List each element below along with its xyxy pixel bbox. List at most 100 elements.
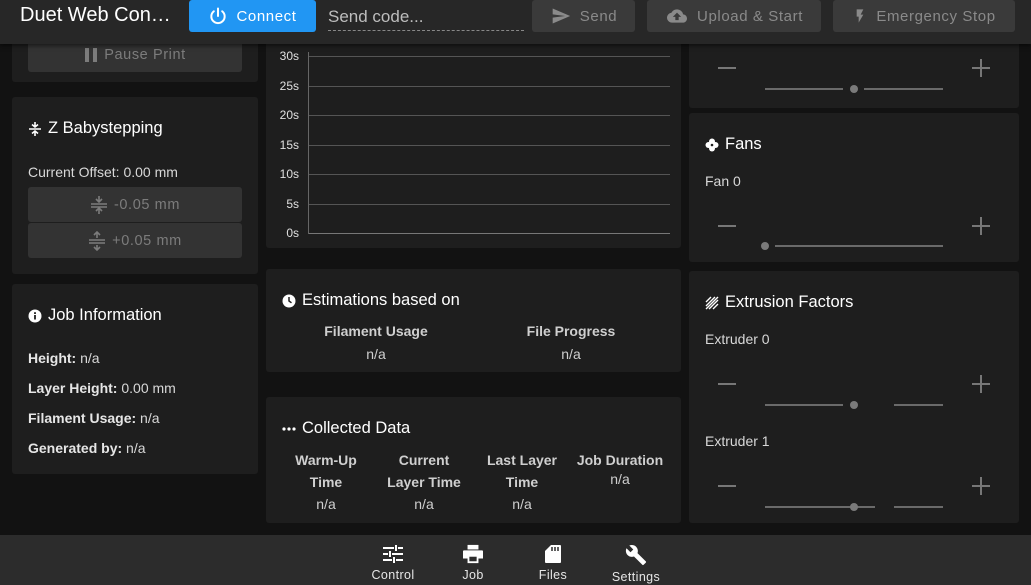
extruder0-slider-thumb[interactable] bbox=[850, 401, 858, 409]
slider-thumb[interactable] bbox=[850, 85, 858, 93]
info-icon bbox=[28, 309, 42, 322]
grid-line bbox=[309, 174, 670, 175]
job-information-card: Job Information Height: n/a Layer Height… bbox=[12, 284, 258, 474]
column-value: n/a bbox=[512, 496, 532, 512]
grid-line bbox=[309, 85, 670, 87]
nav-label: Control bbox=[371, 568, 415, 582]
row-value: n/a bbox=[80, 350, 100, 366]
nav-files[interactable]: Files bbox=[514, 535, 592, 585]
slider-track bbox=[894, 506, 943, 508]
nav-label: Settings bbox=[611, 570, 661, 584]
column-value: n/a bbox=[366, 346, 386, 362]
connect-button[interactable]: Connect bbox=[189, 0, 316, 32]
column-header: Current Layer Time bbox=[387, 452, 461, 490]
estimations-title-text: Estimations based on bbox=[302, 291, 460, 309]
y-tick-label: 25s bbox=[279, 78, 299, 93]
job-info-row: Layer Height: 0.00 mm bbox=[28, 380, 176, 396]
column-header: File Progress bbox=[526, 323, 616, 339]
flash-icon bbox=[857, 9, 864, 23]
job-info-row: Filament Usage: n/a bbox=[28, 410, 160, 426]
nav-label: Files bbox=[538, 568, 568, 582]
nav-job[interactable]: Job bbox=[434, 535, 512, 585]
extrusion-title: Extrusion Factors bbox=[705, 293, 853, 312]
fans-title: Fans bbox=[705, 135, 762, 154]
offset-label: Current Offset: bbox=[28, 164, 120, 180]
estimations-title: Estimations based on bbox=[282, 291, 460, 310]
column-value: n/a bbox=[316, 496, 336, 512]
fan-decrease-button[interactable] bbox=[718, 225, 736, 227]
fan-increase-stem bbox=[980, 217, 982, 235]
column-header: Warm-Up Time bbox=[295, 452, 357, 490]
y-tick-label: 15s bbox=[279, 137, 299, 152]
extruder1-decrease-button[interactable] bbox=[718, 485, 736, 487]
slider-track bbox=[894, 404, 943, 406]
chart-y-axis bbox=[308, 52, 309, 234]
power-icon bbox=[210, 7, 227, 25]
column-value: n/a bbox=[610, 471, 630, 487]
top-app-bar: Duet Web Con… Connect Send Upload & Star… bbox=[0, 0, 1031, 44]
babystep-minus-button[interactable]: -0.05 mm bbox=[28, 187, 242, 222]
column-value: n/a bbox=[414, 496, 434, 512]
clock-icon bbox=[282, 294, 296, 307]
z-babystepping-card: Z Babystepping Current Offset: 0.00 mm -… bbox=[12, 97, 258, 274]
decrease-button[interactable] bbox=[718, 67, 736, 69]
extruder0-decrease-button[interactable] bbox=[718, 383, 736, 385]
cloud-upload-icon bbox=[667, 9, 688, 23]
connect-label: Connect bbox=[236, 7, 297, 25]
app-title: Duet Web Con… bbox=[20, 4, 171, 26]
nav-label: Job bbox=[462, 568, 484, 582]
grid-line bbox=[309, 233, 670, 234]
minus-label: -0.05 mm bbox=[113, 196, 181, 213]
increase-button-stem bbox=[980, 59, 982, 77]
y-tick-label: 5s bbox=[286, 196, 299, 211]
send-code-input[interactable] bbox=[328, 0, 524, 31]
row-label: Filament Usage: bbox=[28, 410, 137, 426]
row-value: 0.00 mm bbox=[121, 380, 176, 396]
job-info-row: Height: n/a bbox=[28, 350, 100, 366]
babystep-title-text: Z Babystepping bbox=[48, 119, 163, 137]
unfold-icon bbox=[29, 121, 41, 136]
dots-icon bbox=[282, 426, 296, 431]
collected-data-card: Collected Data Warm-Up Time n/a Current … bbox=[266, 397, 681, 523]
y-tick-label: 10s bbox=[279, 167, 299, 181]
pause-label: Pause Print bbox=[104, 47, 186, 63]
row-label: Height: bbox=[28, 350, 77, 366]
tune-icon bbox=[383, 545, 403, 563]
extruder1-increase-stem bbox=[980, 477, 982, 495]
nav-settings[interactable]: Settings bbox=[597, 535, 675, 585]
row-label: Layer Height: bbox=[28, 380, 118, 396]
nav-control[interactable]: Control bbox=[354, 535, 432, 585]
send-button[interactable]: Send bbox=[532, 0, 635, 32]
column-value: n/a bbox=[561, 346, 581, 362]
plus-label: +0.05 mm bbox=[112, 232, 182, 249]
current-offset: Current Offset: 0.00 mm bbox=[28, 164, 178, 180]
row-value: n/a bbox=[126, 440, 146, 456]
fans-card: Fans Fan 0 bbox=[689, 113, 1019, 262]
compress-icon bbox=[90, 195, 107, 214]
upload-start-button[interactable]: Upload & Start bbox=[647, 0, 821, 32]
printer-icon bbox=[463, 544, 483, 564]
fan-label: Fan 0 bbox=[705, 173, 741, 189]
row-value: n/a bbox=[140, 410, 160, 426]
babystep-plus-button[interactable]: +0.05 mm bbox=[28, 223, 242, 258]
slider-track bbox=[864, 88, 943, 90]
extruder1-slider-thumb[interactable] bbox=[850, 503, 858, 511]
emergency-stop-button[interactable]: Emergency Stop bbox=[833, 0, 1015, 32]
job-info-row: Generated by: n/a bbox=[28, 440, 146, 456]
job-info-title-text: Job Information bbox=[48, 306, 162, 324]
estimations-card: Estimations based on Filament Usage n/a … bbox=[266, 269, 681, 372]
babystep-title: Z Babystepping bbox=[28, 119, 163, 138]
offset-value: 0.00 mm bbox=[123, 164, 178, 180]
y-tick-label: 20s bbox=[279, 108, 299, 122]
grid-line bbox=[309, 115, 670, 116]
slider-track bbox=[765, 88, 843, 90]
bottom-navigation: Control Job Files Settings bbox=[0, 535, 1031, 585]
fan-slider-thumb[interactable] bbox=[761, 242, 769, 250]
grid-line bbox=[309, 203, 670, 205]
extrusion-factors-card: Extrusion Factors Extruder 0 Extruder 1 bbox=[689, 271, 1019, 523]
upload-label: Upload & Start bbox=[697, 7, 803, 25]
send-icon bbox=[552, 8, 570, 24]
sd-card-icon bbox=[545, 545, 561, 563]
fan-slider-track bbox=[775, 245, 943, 247]
row-label: Generated by: bbox=[28, 440, 123, 456]
